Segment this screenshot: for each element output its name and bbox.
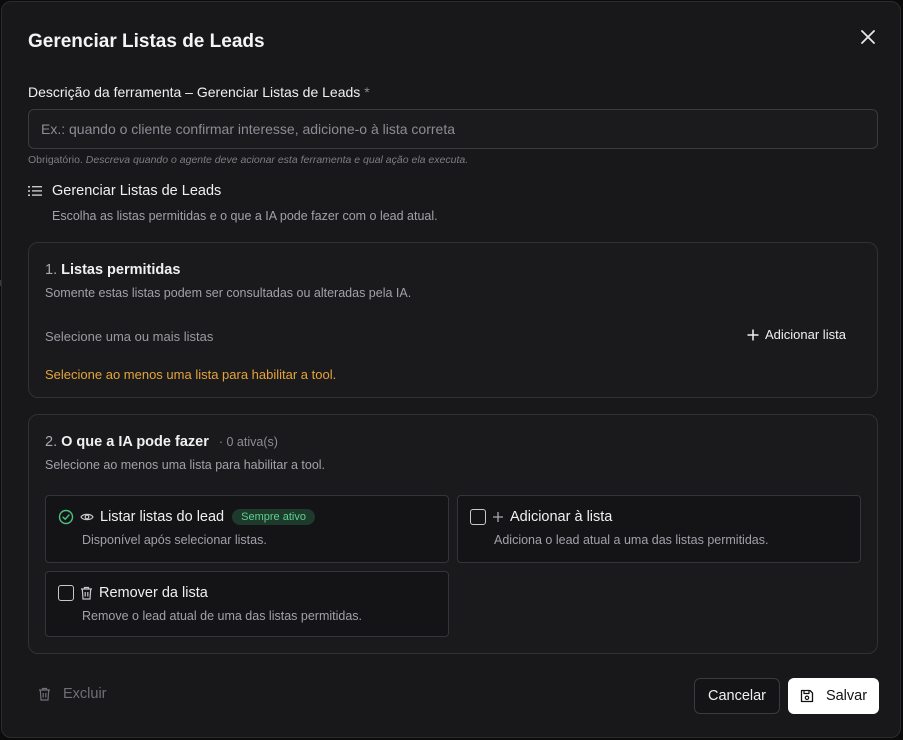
save-button[interactable]: Salvar [788, 678, 879, 714]
dialog-title: Gerenciar Listas de Leads [28, 31, 265, 52]
active-count: · 0 ativa(s) [218, 435, 278, 449]
delete-label: Excluir [63, 686, 107, 702]
add-list-label: Adicionar lista [765, 327, 846, 342]
trash-icon [39, 687, 50, 701]
capability-label: Adicionar à lista [510, 509, 613, 525]
tool-description-input[interactable] [28, 109, 878, 149]
tool-header: Gerenciar Listas de Leads [28, 183, 221, 199]
lists-select[interactable]: Selecione uma ou mais listas [45, 329, 213, 344]
lists-warning: Selecione ao menos uma lista para habili… [45, 367, 337, 382]
trash-icon [81, 586, 92, 600]
check-circle-icon [58, 509, 74, 525]
section-number: 2. [45, 434, 58, 450]
allowed-lists-title: 1. Listas permitidas [45, 262, 180, 278]
close-icon [861, 30, 875, 44]
add-list-button[interactable]: Adicionar lista [747, 327, 846, 342]
always-active-badge: Sempre ativo [232, 509, 315, 525]
close-button[interactable] [857, 26, 879, 48]
capabilities-subtitle: Selecione ao menos uma lista para habili… [45, 458, 326, 472]
capability-remove-from-list[interactable]: Remover da lista Remove o lead atual de … [45, 571, 449, 637]
section-title-text: O que a IA pode fazer [61, 434, 209, 450]
capability-label: Remover da lista [99, 585, 208, 601]
tool-subtitle: Escolha as listas permitidas e o que a I… [52, 209, 438, 223]
capability-description: Disponível após selecionar listas. [82, 533, 267, 547]
description-label-text: Descrição da ferramenta – Gerenciar List… [28, 84, 361, 100]
section-number: 1. [45, 262, 58, 278]
capabilities-section: 2. O que a IA pode fazer · 0 ativa(s) Se… [28, 414, 878, 654]
plus-icon [747, 329, 759, 340]
list-icon [28, 186, 42, 196]
capability-description: Remove o lead atual de uma das listas pe… [82, 609, 363, 623]
capability-description: Adiciona o lead atual a uma das listas p… [494, 533, 769, 547]
allowed-lists-subtitle: Somente estas listas podem ser consultad… [45, 286, 412, 300]
delete-button[interactable]: Excluir [38, 686, 107, 702]
capability-label: Listar listas do lead [100, 509, 225, 525]
capability-add-to-list[interactable]: Adicionar à lista Adiciona o lead atual … [457, 495, 861, 563]
remove-from-list-checkbox[interactable] [58, 585, 74, 601]
add-to-list-checkbox[interactable] [470, 509, 486, 525]
tool-name: Gerenciar Listas de Leads [52, 183, 222, 199]
manage-lead-lists-dialog: Gerenciar Listas de Leads Descrição da f… [1, 1, 901, 738]
description-help-text: Obrigatório. Descreva quando o agente de… [28, 154, 468, 166]
capabilities-title: 2. O que a IA pode fazer · 0 ativa(s) [45, 434, 278, 450]
required-mark: * [364, 84, 370, 100]
section-title-text: Listas permitidas [61, 262, 181, 278]
save-icon [800, 689, 814, 703]
save-label: Salvar [825, 688, 868, 704]
help-hint: Descreva quando o agente deve acionar es… [85, 154, 469, 166]
help-required-prefix: Obrigatório. [28, 154, 83, 166]
eye-icon [80, 513, 94, 521]
capability-list-lead-lists[interactable]: Listar listas do lead Sempre ativo Dispo… [45, 495, 449, 563]
allowed-lists-section: 1. Listas permitidas Somente estas lista… [28, 242, 878, 398]
plus-icon [493, 512, 503, 522]
description-field-label: Descrição da ferramenta – Gerenciar List… [28, 84, 370, 100]
cancel-button[interactable]: Cancelar [694, 678, 780, 714]
